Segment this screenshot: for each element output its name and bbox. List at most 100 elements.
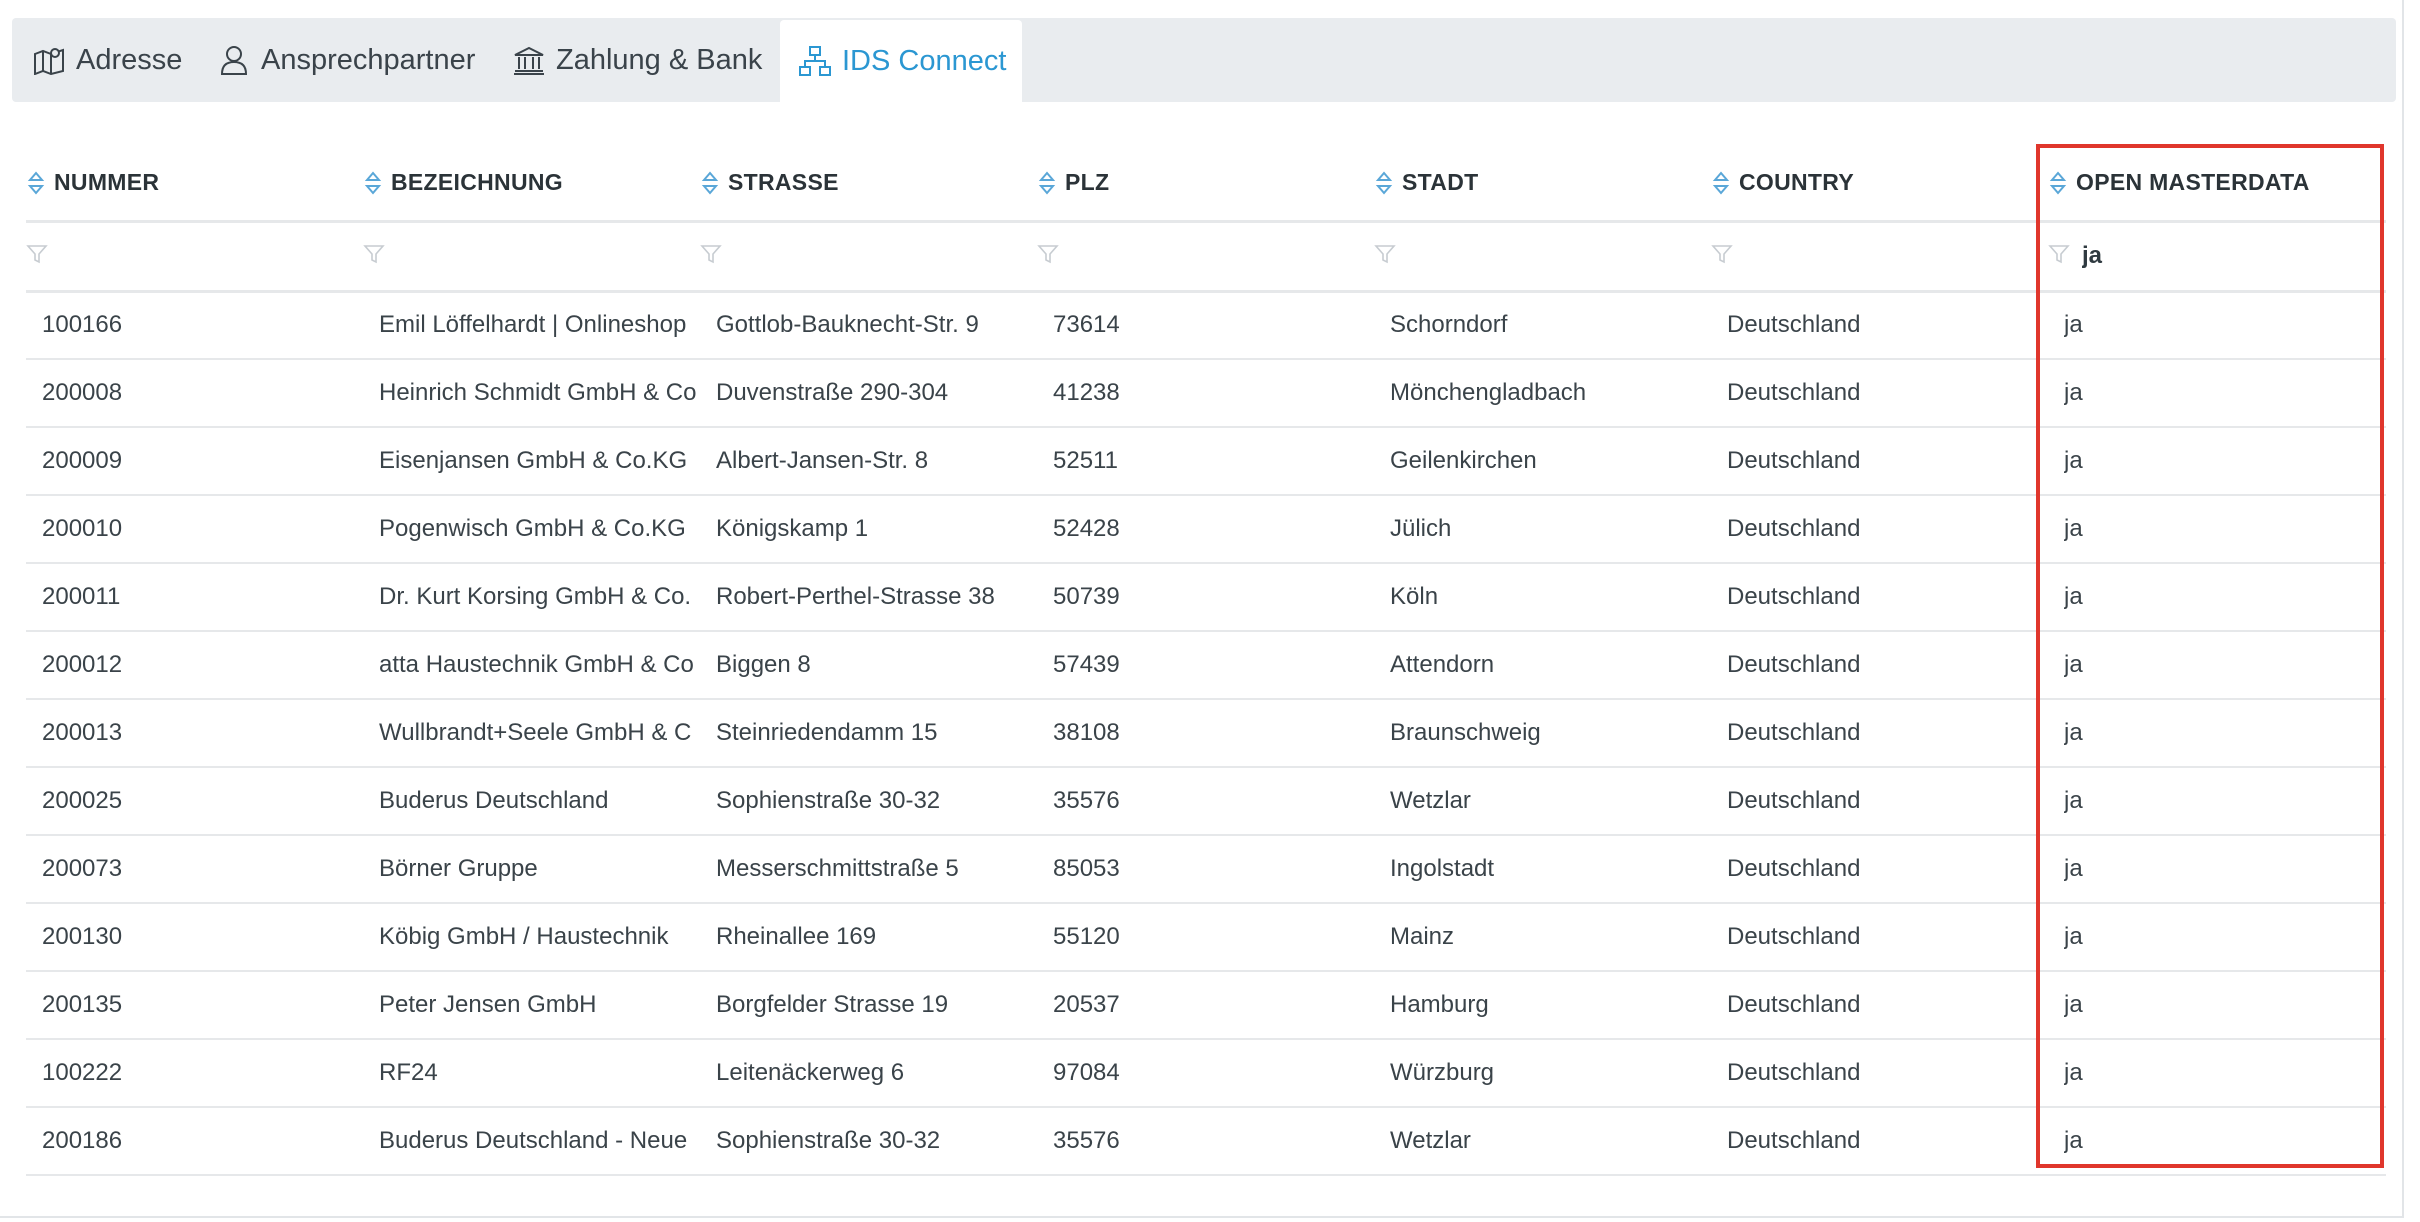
cell-stadt: Ingolstadt <box>1390 855 1495 882</box>
column-header-label: PLZ <box>1065 169 1110 195</box>
cell-strasse: Königskamp 1 <box>716 515 869 542</box>
column-header-stadt[interactable]: STADT <box>1374 145 1478 220</box>
table-row[interactable]: 200073 Börner Gruppe Messerschmittstraße 5… <box>26 836 2386 904</box>
cell-stadt: Geilenkirchen <box>1390 447 1537 474</box>
filter-input-stadt[interactable] <box>1408 242 1608 270</box>
table-row[interactable]: 200009 Eisenjansen GmbH & Co.KG Albert-Jan… <box>26 428 2386 496</box>
table-row[interactable]: 200011 Dr. Kurt Korsing GmbH & Co. Robert-… <box>26 564 2386 632</box>
filter-input-country[interactable] <box>1745 242 1945 270</box>
column-header-open-masterdata[interactable]: OPEN MASTERDATA <box>2048 145 2310 220</box>
column-header-bezeichnung[interactable]: BEZEICHNUNG <box>363 145 563 220</box>
cell-open-masterdata: ja <box>2064 583 2083 610</box>
table-filter-row <box>26 222 2386 293</box>
sort-icon <box>1711 170 1731 196</box>
tab-ansprechpartner[interactable]: Ansprechpartner <box>217 18 475 102</box>
table-row[interactable]: 200012 atta Haustechnik GmbH & Co Biggen 8… <box>26 632 2386 700</box>
filter-cell-nummer <box>26 222 260 290</box>
cell-country: Deutschland <box>1727 923 1861 950</box>
cell-strasse: Rheinallee 169 <box>716 923 877 950</box>
column-header-strasse[interactable]: STRASSE <box>700 145 839 220</box>
table-row[interactable]: 200130 Köbig GmbH / Haustechnik Rheinallee… <box>26 904 2386 972</box>
cell-plz: 97084 <box>1053 1059 1120 1086</box>
cell-country: Deutschland <box>1727 787 1861 814</box>
cell-open-masterdata: ja <box>2064 855 2083 882</box>
table-row[interactable]: 100222 RF24 Leitenäckerweg 6 97084 Würzburg D… <box>26 1040 2386 1108</box>
table-row[interactable]: 200008 Heinrich Schmidt GmbH & Co Duvenstr… <box>26 360 2386 428</box>
cell-strasse: Gottlob-Bauknecht-Str. 9 <box>716 311 979 338</box>
tab-label: IDS Connect <box>842 44 1007 77</box>
tab-ids-connect[interactable]: IDS Connect <box>780 20 1022 102</box>
cell-bezeichnung: Heinrich Schmidt GmbH & Co <box>379 379 697 406</box>
tab-adresse[interactable]: Adresse <box>32 18 182 102</box>
filter-cell-plz <box>1037 222 1271 290</box>
cell-stadt: Hamburg <box>1390 991 1489 1018</box>
cell-open-masterdata: ja <box>2064 311 2083 338</box>
cell-open-masterdata: ja <box>2064 1059 2083 1086</box>
table-row[interactable]: 200135 Peter Jensen GmbH Borgfelder Strass… <box>26 972 2386 1040</box>
table-row[interactable]: 200013 Wullbrandt+Seele GmbH & C Steinried… <box>26 700 2386 768</box>
filter-icon[interactable] <box>2048 243 2070 270</box>
cell-bezeichnung: Eisenjansen GmbH & Co.KG <box>379 447 688 474</box>
tab-label: Ansprechpartner <box>261 43 476 76</box>
table-row[interactable]: 200025 Buderus Deutschland Sophienstraße 3… <box>26 768 2386 836</box>
cell-stadt: Würzburg <box>1390 1059 1495 1086</box>
column-header-label: STADT <box>1402 169 1479 195</box>
cell-stadt: Braunschweig <box>1390 719 1541 746</box>
filter-cell-strasse <box>700 222 934 290</box>
cell-stadt: Attendorn <box>1390 651 1495 678</box>
column-header-label: OPEN MASTERDATA <box>2076 169 2310 195</box>
column-header-nummer[interactable]: NUMMER <box>26 145 159 220</box>
cell-nummer: 200011 <box>42 583 121 610</box>
cell-open-masterdata: ja <box>2064 651 2083 678</box>
filter-icon[interactable] <box>1037 243 1059 270</box>
cell-nummer: 200186 <box>42 1127 123 1154</box>
user-icon <box>217 43 251 77</box>
sort-icon <box>2048 170 2068 196</box>
table-header-row: NUMMER BEZEICHNUNG STRASSE PLZ STADT COUNTRY O… <box>26 145 2386 223</box>
column-header-country[interactable]: COUNTRY <box>1711 145 1854 220</box>
cell-stadt: Jülich <box>1390 515 1452 542</box>
sort-icon <box>1374 170 1394 196</box>
cell-stadt: Mönchengladbach <box>1390 379 1587 406</box>
cell-bezeichnung: Dr. Kurt Korsing GmbH & Co. <box>379 583 692 610</box>
filter-input-plz[interactable] <box>1071 242 1271 270</box>
table-row[interactable]: 200186 Buderus Deutschland - Neue Sophiens… <box>26 1108 2386 1176</box>
cell-strasse: Sophienstraße 30-32 <box>716 787 941 814</box>
cell-country: Deutschland <box>1727 991 1861 1018</box>
cell-plz: 57439 <box>1053 651 1120 678</box>
column-header-label: STRASSE <box>728 169 839 195</box>
filter-icon[interactable] <box>700 243 722 270</box>
cell-country: Deutschland <box>1727 719 1861 746</box>
filter-input-open-masterdata[interactable] <box>2082 242 2282 270</box>
cell-plz: 50739 <box>1053 583 1120 610</box>
cell-strasse: Robert-Perthel-Strasse 38 <box>716 583 995 610</box>
filter-icon[interactable] <box>26 243 48 270</box>
table-row[interactable]: 100166 Emil Löffelhardt | Onlineshop Gottl… <box>26 292 2386 360</box>
filter-cell-bezeichnung <box>363 222 597 290</box>
cell-country: Deutschland <box>1727 515 1861 542</box>
cell-plz: 35576 <box>1053 1127 1120 1154</box>
cell-stadt: Köln <box>1390 583 1439 610</box>
cell-bezeichnung: RF24 <box>379 1059 438 1086</box>
cell-strasse: Leitenäckerweg 6 <box>716 1059 905 1086</box>
filter-input-bezeichnung[interactable] <box>397 242 597 270</box>
cell-strasse: Steinriedendamm 15 <box>716 719 938 746</box>
filter-input-nummer[interactable] <box>60 242 260 270</box>
filter-icon[interactable] <box>363 243 385 270</box>
tab-zahlung-bank[interactable]: Zahlung & Bank <box>512 18 762 102</box>
cell-strasse: Biggen 8 <box>716 651 811 678</box>
cell-plz: 41238 <box>1053 379 1120 406</box>
cell-bezeichnung: atta Haustechnik GmbH & Co <box>379 651 694 678</box>
cell-plz: 52428 <box>1053 515 1120 542</box>
cell-nummer: 200009 <box>42 447 123 474</box>
filter-icon[interactable] <box>1711 243 1733 270</box>
filter-input-strasse[interactable] <box>734 242 934 270</box>
cell-bezeichnung: Buderus Deutschland <box>379 787 609 814</box>
table-row[interactable]: 200010 Pogenwisch GmbH & Co.KG Königskamp … <box>26 496 2386 564</box>
cell-country: Deutschland <box>1727 1127 1861 1154</box>
column-header-label: NUMMER <box>54 169 160 195</box>
column-header-plz[interactable]: PLZ <box>1037 145 1109 220</box>
cell-nummer: 200012 <box>42 651 123 678</box>
cell-open-masterdata: ja <box>2064 991 2083 1018</box>
filter-icon[interactable] <box>1374 243 1396 270</box>
